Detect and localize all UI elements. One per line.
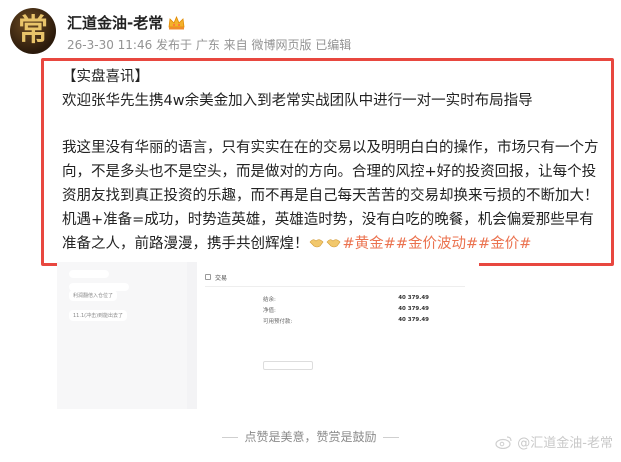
trade-row-value: 40 379.49 xyxy=(398,317,429,323)
reward-tip-text: 点赞是美意，赞赏是鼓励 xyxy=(244,430,377,444)
trade-icon xyxy=(205,274,211,280)
trade-title: 交易 xyxy=(215,275,228,282)
handshake-icon xyxy=(326,239,340,247)
hashtags[interactable]: #黄金##金价波动##金价# xyxy=(343,236,532,252)
trade-panel: 交易 结余: 40 379.49 净值: 40 379.49 可用预付款: 40… xyxy=(197,262,479,409)
watermark: @汇道金油-老常 xyxy=(495,432,613,451)
divider xyxy=(205,286,465,287)
post-body: 我这里没有华丽的语言，只有实实在在的交易以及明明白白的操作，市场只有一个方向，不… xyxy=(62,137,607,256)
trade-row-value: 40 379.49 xyxy=(398,295,429,301)
trade-mini-button xyxy=(263,361,313,370)
chat-bubble xyxy=(69,270,109,278)
avatar[interactable]: 常 xyxy=(10,8,56,54)
crown-icon xyxy=(168,15,185,29)
trade-row-label: 结余: xyxy=(263,297,276,303)
author-name-row: 汇道金油-老常 xyxy=(67,12,185,33)
divider xyxy=(222,437,239,438)
trade-row-value: 40 379.49 xyxy=(398,306,429,312)
post-meta: 26-3-30 11:46 发布于 广东 来自 微博网页版 已编辑 xyxy=(67,38,352,52)
trade-row-label: 净值: xyxy=(263,308,276,314)
post-line1: 欢迎张华先生携4w余美金加入到老常实战团队中进行一对一实时布局指导 xyxy=(62,92,533,109)
chat-bubble: 11.1(冲击)到能出去了 xyxy=(69,310,128,321)
avatar-glyph: 常 xyxy=(18,13,48,48)
handshake-icon xyxy=(309,239,323,247)
weibo-logo-icon xyxy=(495,435,512,449)
post-image[interactable]: 利润翻倍入仓位了 11.1(冲击)到能出去了 交易 结余: 40 379.49 … xyxy=(57,262,479,409)
chat-bubble: 利润翻倍入仓位了 xyxy=(69,290,118,301)
post-header: 常 汇道金油-老常 26-3-30 11:46 发布于 广东 来自 微博网页版 … xyxy=(10,8,610,58)
watermark-text: @汇道金油-老常 xyxy=(517,436,613,451)
divider xyxy=(382,437,399,438)
chat-panel: 利润翻倍入仓位了 11.1(冲击)到能出去了 xyxy=(57,262,187,409)
author-name[interactable]: 汇道金油-老常 xyxy=(67,12,163,33)
post-title: 【实盘喜讯】 xyxy=(62,69,149,85)
trade-row-label: 可用预付款: xyxy=(263,319,293,325)
post-content: 【实盘喜讯】 欢迎张华先生携4w余美金加入到老常实战团队中进行一对一实时布局指导… xyxy=(62,66,607,256)
